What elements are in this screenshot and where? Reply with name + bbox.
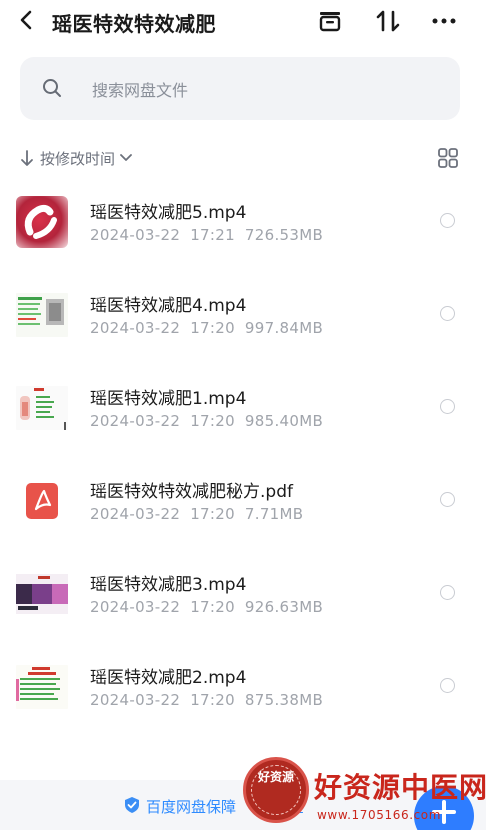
- file-size: 997.84MB: [244, 319, 324, 337]
- file-row[interactable]: 瑶医特效减肥4.mp4 2024-03-22 17:20 997.84MB: [0, 289, 486, 377]
- top-bar: 瑶医特效特效减肥: [0, 0, 486, 44]
- file-row[interactable]: 瑶医特效减肥2.mp4 2024-03-22 17:20 875.38MB: [0, 661, 486, 749]
- chevron-down-icon: [120, 154, 132, 161]
- file-date: 2024-03-22: [90, 226, 181, 244]
- video-thumbnail: [16, 568, 68, 620]
- guarantee-prefix: 百度网盘保障: [146, 798, 237, 816]
- file-name: 瑶医特效减肥3.mp4: [90, 575, 247, 595]
- video-thumbnail: [16, 196, 68, 248]
- file-meta: 2024-03-22 17:20 875.38MB: [90, 691, 333, 709]
- file-time: 17:20: [190, 412, 235, 430]
- file-meta: 2024-03-22 17:20 7.71MB: [90, 505, 313, 523]
- file-size: 875.38MB: [244, 691, 324, 709]
- select-radio[interactable]: [440, 399, 455, 414]
- file-size: 926.63MB: [244, 598, 324, 616]
- file-date: 2024-03-22: [90, 691, 181, 709]
- file-name: 瑶医特效减肥4.mp4: [90, 296, 247, 316]
- logo-mark-icon: [24, 204, 57, 239]
- file-time: 17:21: [190, 226, 235, 244]
- search-input[interactable]: 搜索网盘文件: [20, 57, 460, 120]
- select-radio[interactable]: [440, 306, 455, 321]
- slide-preview-icon: [16, 293, 68, 337]
- pdf-icon: [26, 483, 58, 519]
- pdf-file-icon: [16, 475, 68, 527]
- file-size: 985.40MB: [244, 412, 324, 430]
- file-meta: 2024-03-22 17:20 997.84MB: [90, 319, 333, 337]
- file-date: 2024-03-22: [90, 505, 181, 523]
- file-name: 瑶医特效减肥1.mp4: [90, 389, 247, 409]
- sort-icon[interactable]: [374, 8, 402, 34]
- file-name: 瑶医特效减肥5.mp4: [90, 203, 247, 223]
- file-name: 瑶医特效特效减肥秘方.pdf: [90, 482, 293, 502]
- archive-icon[interactable]: [316, 8, 344, 34]
- file-time: 17:20: [190, 598, 235, 616]
- select-radio[interactable]: [440, 678, 455, 693]
- video-thumbnail: [16, 661, 68, 713]
- slide-preview-icon: [16, 665, 68, 709]
- search-icon: [43, 79, 61, 97]
- select-radio[interactable]: [440, 492, 455, 507]
- file-time: 17:20: [190, 319, 235, 337]
- seal-text: 好资源: [257, 770, 294, 784]
- file-size: 726.53MB: [244, 226, 324, 244]
- file-row[interactable]: 瑶医特效减肥1.mp4 2024-03-22 17:20 985.40MB: [0, 382, 486, 470]
- watermark-url: www.1705166.com: [317, 808, 442, 822]
- watermark-seal: 好资源: [243, 757, 309, 823]
- file-date: 2024-03-22: [90, 598, 181, 616]
- select-radio[interactable]: [440, 585, 455, 600]
- shield-icon: [125, 797, 139, 813]
- arrow-down-icon: [21, 150, 33, 166]
- grid-view-icon[interactable]: [437, 147, 459, 169]
- sort-selector[interactable]: 按修改时间: [20, 146, 133, 170]
- file-date: 2024-03-22: [90, 412, 181, 430]
- page-title: 瑶医特效特效减肥: [52, 12, 216, 36]
- file-time: 17:20: [190, 505, 235, 523]
- sort-label: 按修改时间: [40, 149, 116, 168]
- file-meta: 2024-03-22 17:20 926.63MB: [90, 598, 333, 616]
- file-time: 17:20: [190, 691, 235, 709]
- file-row[interactable]: 瑶医特效减肥3.mp4 2024-03-22 17:20 926.63MB: [0, 568, 486, 656]
- search-placeholder: 搜索网盘文件: [92, 81, 189, 100]
- file-date: 2024-03-22: [90, 319, 181, 337]
- slide-preview-icon: [16, 574, 68, 614]
- more-icon[interactable]: [430, 8, 458, 34]
- file-row[interactable]: 瑶医特效减肥5.mp4 2024-03-22 17:21 726.53MB: [0, 196, 486, 284]
- slide-preview-icon: [16, 386, 68, 430]
- file-name: 瑶医特效减肥2.mp4: [90, 668, 247, 688]
- video-thumbnail: [16, 382, 68, 434]
- file-meta: 2024-03-22 17:20 985.40MB: [90, 412, 333, 430]
- back-arrow-icon[interactable]: [16, 8, 38, 32]
- file-size: 7.71MB: [244, 505, 304, 523]
- video-thumbnail: [16, 289, 68, 341]
- select-radio[interactable]: [440, 213, 455, 228]
- watermark-title: 好资源中医网: [314, 771, 486, 804]
- file-row[interactable]: 瑶医特效特效减肥秘方.pdf 2024-03-22 17:20 7.71MB: [0, 475, 486, 563]
- file-meta: 2024-03-22 17:21 726.53MB: [90, 226, 333, 244]
